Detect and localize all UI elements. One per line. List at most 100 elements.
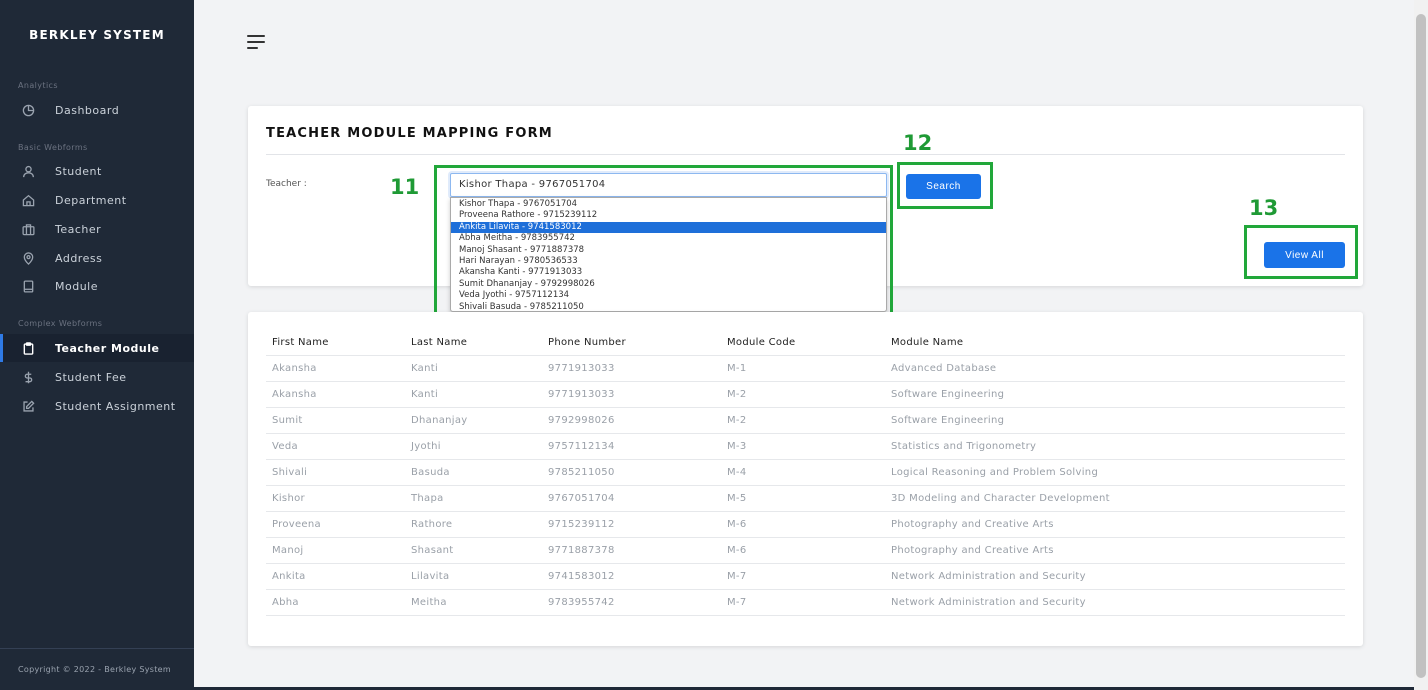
cell-module-name: Software Engineering — [891, 415, 1005, 426]
table-row: Abha Meitha 9783955742 M-7 Network Admin… — [266, 590, 1345, 616]
menu-toggle-icon[interactable] — [247, 35, 265, 49]
cell-first-name: Kishor — [272, 493, 305, 504]
cell-last-name: Kanti — [411, 389, 439, 400]
cell-phone: 9771913033 — [548, 363, 615, 374]
cell-first-name: Sumit — [272, 415, 303, 426]
cell-last-name: Thapa — [411, 493, 444, 504]
sidebar: BERKLEY SYSTEM Analytics Dashboard Basic… — [0, 0, 194, 690]
cell-phone: 9771913033 — [548, 389, 615, 400]
header-last-name: Last Name — [411, 337, 468, 348]
header-module-name: Module Name — [891, 337, 964, 348]
cell-last-name: Kanti — [411, 363, 439, 374]
tablet-icon — [20, 278, 36, 294]
sidebar-item-module[interactable]: Module — [0, 272, 194, 300]
annotation-number-11: 11 — [390, 175, 420, 199]
section-label-basic: Basic Webforms — [18, 143, 88, 152]
table-row: Sumit Dhananjay 9792998026 M-2 Software … — [266, 408, 1345, 434]
home-icon — [20, 192, 36, 208]
brand-logo: BERKLEY SYSTEM — [29, 28, 165, 42]
briefcase-icon — [20, 221, 36, 237]
sidebar-item-label: Teacher Module — [55, 341, 160, 355]
cell-last-name: Jyothi — [411, 441, 441, 452]
cell-last-name: Dhananjay — [411, 415, 468, 426]
user-icon — [20, 163, 36, 179]
cell-module-name: Logical Reasoning and Problem Solving — [891, 467, 1099, 478]
sidebar-item-student-fee[interactable]: Student Fee — [0, 363, 194, 391]
cell-last-name: Basuda — [411, 467, 450, 478]
header-phone-number: Phone Number — [548, 337, 626, 348]
table-row: Ankita Lilavita 9741583012 M-7 Network A… — [266, 564, 1345, 590]
table-row: Kishor Thapa 9767051704 M-5 3D Modeling … — [266, 486, 1345, 512]
header-first-name: First Name — [272, 337, 329, 348]
cell-phone: 9792998026 — [548, 415, 615, 426]
sidebar-item-teacher-module[interactable]: Teacher Module — [0, 334, 194, 362]
header-module-code: Module Code — [727, 337, 796, 348]
annotation-box-11 — [434, 165, 893, 320]
sidebar-item-label: Dashboard — [55, 103, 120, 117]
cell-last-name: Shasant — [411, 545, 454, 556]
cell-phone: 9783955742 — [548, 597, 615, 608]
cell-module-code: M-6 — [727, 545, 747, 556]
sidebar-item-label: Module — [55, 279, 98, 293]
clipboard-icon — [20, 340, 36, 356]
sidebar-item-label: Student Fee — [55, 370, 127, 384]
sidebar-item-label: Department — [55, 193, 127, 207]
cell-first-name: Manoj — [272, 545, 304, 556]
scrollbar-thumb[interactable] — [1416, 14, 1426, 678]
page-scrollbar[interactable] — [1414, 0, 1428, 690]
cell-module-code: M-2 — [727, 389, 747, 400]
sidebar-item-label: Student Assignment — [55, 399, 176, 413]
cell-last-name: Rathore — [411, 519, 453, 530]
cell-last-name: Meitha — [411, 597, 447, 608]
cell-first-name: Abha — [272, 597, 299, 608]
cell-module-code: M-6 — [727, 519, 747, 530]
sidebar-item-address[interactable]: Address — [0, 244, 194, 272]
edit-icon — [20, 398, 36, 414]
cell-first-name: Proveena — [272, 519, 321, 530]
cell-first-name: Veda — [272, 441, 298, 452]
cell-first-name: Akansha — [272, 363, 317, 374]
cell-module-name: 3D Modeling and Character Development — [891, 493, 1110, 504]
sidebar-item-label: Teacher — [55, 222, 102, 236]
cell-module-code: M-3 — [727, 441, 747, 452]
cell-first-name: Akansha — [272, 389, 317, 400]
cell-module-code: M-5 — [727, 493, 747, 504]
cell-module-name: Advanced Database — [891, 363, 997, 374]
annotation-box-13 — [1244, 225, 1358, 279]
cell-first-name: Ankita — [272, 571, 306, 582]
cell-module-code: M-1 — [727, 363, 747, 374]
section-label-analytics: Analytics — [18, 81, 58, 90]
table-row: Akansha Kanti 9771913033 M-2 Software En… — [266, 382, 1345, 408]
sidebar-item-teacher[interactable]: Teacher — [0, 215, 194, 243]
sidebar-item-dashboard[interactable]: Dashboard — [0, 96, 194, 124]
cell-module-name: Network Administration and Security — [891, 571, 1086, 582]
table-row: Akansha Kanti 9771913033 M-1 Advanced Da… — [266, 356, 1345, 382]
sidebar-item-label: Address — [55, 251, 103, 265]
cell-module-name: Photography and Creative Arts — [891, 519, 1054, 530]
cell-phone: 9757112134 — [548, 441, 615, 452]
cell-phone: 9785211050 — [548, 467, 615, 478]
map-pin-icon — [20, 250, 36, 266]
cell-phone: 9741583012 — [548, 571, 615, 582]
annotation-number-12: 12 — [903, 131, 933, 155]
table-row: Veda Jyothi 9757112134 M-3 Statistics an… — [266, 434, 1345, 460]
cell-module-name: Network Administration and Security — [891, 597, 1086, 608]
cell-module-code: M-4 — [727, 467, 747, 478]
table-row: Manoj Shasant 9771887378 M-6 Photography… — [266, 538, 1345, 564]
cell-phone: 9771887378 — [548, 545, 615, 556]
sidebar-item-student-assignment[interactable]: Student Assignment — [0, 392, 194, 420]
cell-phone: 9767051704 — [548, 493, 615, 504]
cell-module-name: Statistics and Trigonometry — [891, 441, 1037, 452]
cell-module-name: Photography and Creative Arts — [891, 545, 1054, 556]
table-header: First Name Last Name Phone Number Module… — [266, 330, 1345, 356]
section-label-complex: Complex Webforms — [18, 319, 103, 328]
annotation-box-12 — [897, 162, 993, 209]
table-row: Shivali Basuda 9785211050 M-4 Logical Re… — [266, 460, 1345, 486]
mapping-table-card: First Name Last Name Phone Number Module… — [248, 312, 1363, 646]
sidebar-item-student[interactable]: Student — [0, 157, 194, 185]
sidebar-item-department[interactable]: Department — [0, 186, 194, 214]
divider — [266, 154, 1345, 155]
table-row: Proveena Rathore 9715239112 M-6 Photogra… — [266, 512, 1345, 538]
cell-module-name: Software Engineering — [891, 389, 1005, 400]
cell-first-name: Shivali — [272, 467, 308, 478]
